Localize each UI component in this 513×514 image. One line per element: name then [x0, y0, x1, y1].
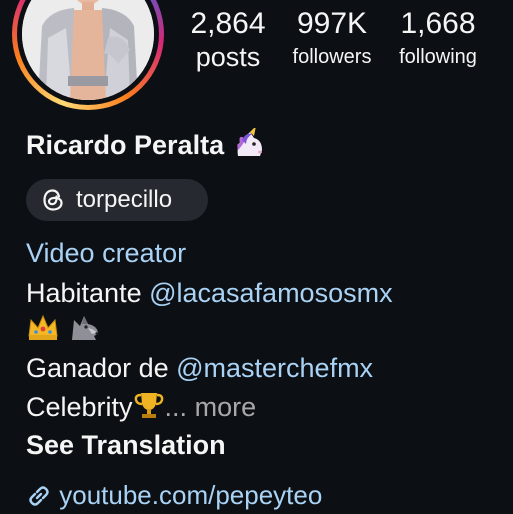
- followers-label: followers: [292, 46, 372, 68]
- followers-count: 997K: [296, 7, 368, 40]
- threads-icon: [43, 189, 63, 211]
- bio-text: Celebrity: [26, 392, 133, 423]
- bio-line-emojis: [26, 312, 102, 350]
- mention-lacasafamososmx[interactable]: @lacasafamososmx: [149, 278, 393, 308]
- stat-followers[interactable]: 997K followers: [284, 6, 380, 72]
- see-translation-button[interactable]: See Translation: [26, 428, 226, 462]
- posts-count: 2,864: [190, 7, 266, 40]
- profile-name-text: Ricardo Peralta: [26, 130, 225, 161]
- stat-posts[interactable]: 2,864 posts: [184, 6, 272, 72]
- threads-badge[interactable]: torpecillo: [26, 179, 208, 221]
- bio-text: Ganador de: [26, 353, 177, 383]
- profile-link-text[interactable]: youtube.com/pepeyteo: [59, 480, 322, 510]
- avatar[interactable]: [22, 0, 154, 100]
- stat-following[interactable]: 1,668 following: [390, 6, 486, 72]
- profile-name: Ricardo Peralta: [26, 126, 266, 166]
- bio-line-ganador: Ganador de @masterchefmx: [26, 351, 373, 385]
- unicorn-icon: [232, 126, 266, 166]
- ellipsis-text: ...: [164, 392, 188, 423]
- following-count: 1,668: [400, 7, 476, 40]
- posts-label: posts: [195, 42, 261, 72]
- following-label: following: [399, 46, 477, 68]
- link-icon: [26, 480, 52, 514]
- avatar-photo: [22, 0, 154, 100]
- profile-link[interactable]: youtube.com/pepeyteo: [26, 478, 322, 514]
- wolf-icon: [68, 312, 102, 350]
- bio-line-habitante: Habitante @lacasafamososmx: [26, 276, 393, 310]
- bio-text: Habitante: [26, 278, 150, 308]
- category-label: Video creator: [26, 238, 187, 268]
- avatar-ring-gap: [17, 0, 159, 105]
- bio-line-celebrity: Celebrity ... more: [26, 390, 256, 428]
- threads-handle: torpecillo: [76, 186, 173, 213]
- crown-icon: [26, 312, 60, 350]
- avatar-story-ring[interactable]: [12, 0, 164, 110]
- mention-masterchefmx[interactable]: @masterchefmx: [176, 353, 373, 383]
- more-button[interactable]: more: [195, 392, 257, 422]
- trophy-icon: [133, 390, 165, 428]
